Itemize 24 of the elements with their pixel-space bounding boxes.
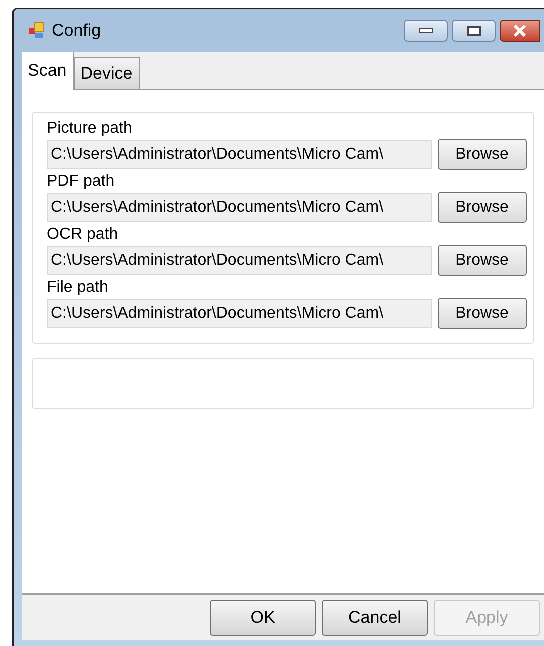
tab[interactable]: Scan — [22, 52, 74, 90]
field-label: File path — [47, 278, 110, 298]
dialog-button[interactable]: Cancel — [322, 600, 428, 636]
close-button[interactable] — [500, 20, 540, 42]
window-title: Config — [52, 20, 102, 42]
minimize-button[interactable] — [404, 20, 448, 42]
path-field[interactable]: C:\Users\Administrator\Documents\Micro Cam\ — [47, 193, 432, 222]
maximize-button[interactable] — [452, 20, 496, 42]
tab[interactable]: Device — [74, 57, 140, 89]
path-field[interactable]: C:\Users\Administrator\Documents\Micro Cam\ — [47, 246, 432, 275]
field-label: PDF path — [47, 172, 116, 192]
browse-button[interactable]: Browse — [438, 192, 527, 223]
browse-button[interactable]: Browse — [438, 298, 527, 329]
browse-button[interactable]: Browse — [438, 139, 527, 170]
field-label: Picture path — [47, 119, 134, 139]
browse-button[interactable]: Browse — [438, 245, 527, 276]
minimize-icon — [419, 28, 433, 33]
app-icon — [28, 22, 46, 40]
field-label: OCR path — [47, 225, 120, 245]
path-field[interactable]: C:\Users\Administrator\Documents\Micro Cam\ — [47, 140, 432, 169]
path-field[interactable]: C:\Users\Administrator\Documents\Micro Cam\ — [47, 299, 432, 328]
close-icon — [513, 24, 527, 36]
dialog-button[interactable]: OK — [210, 600, 316, 636]
maximize-icon — [467, 26, 481, 36]
